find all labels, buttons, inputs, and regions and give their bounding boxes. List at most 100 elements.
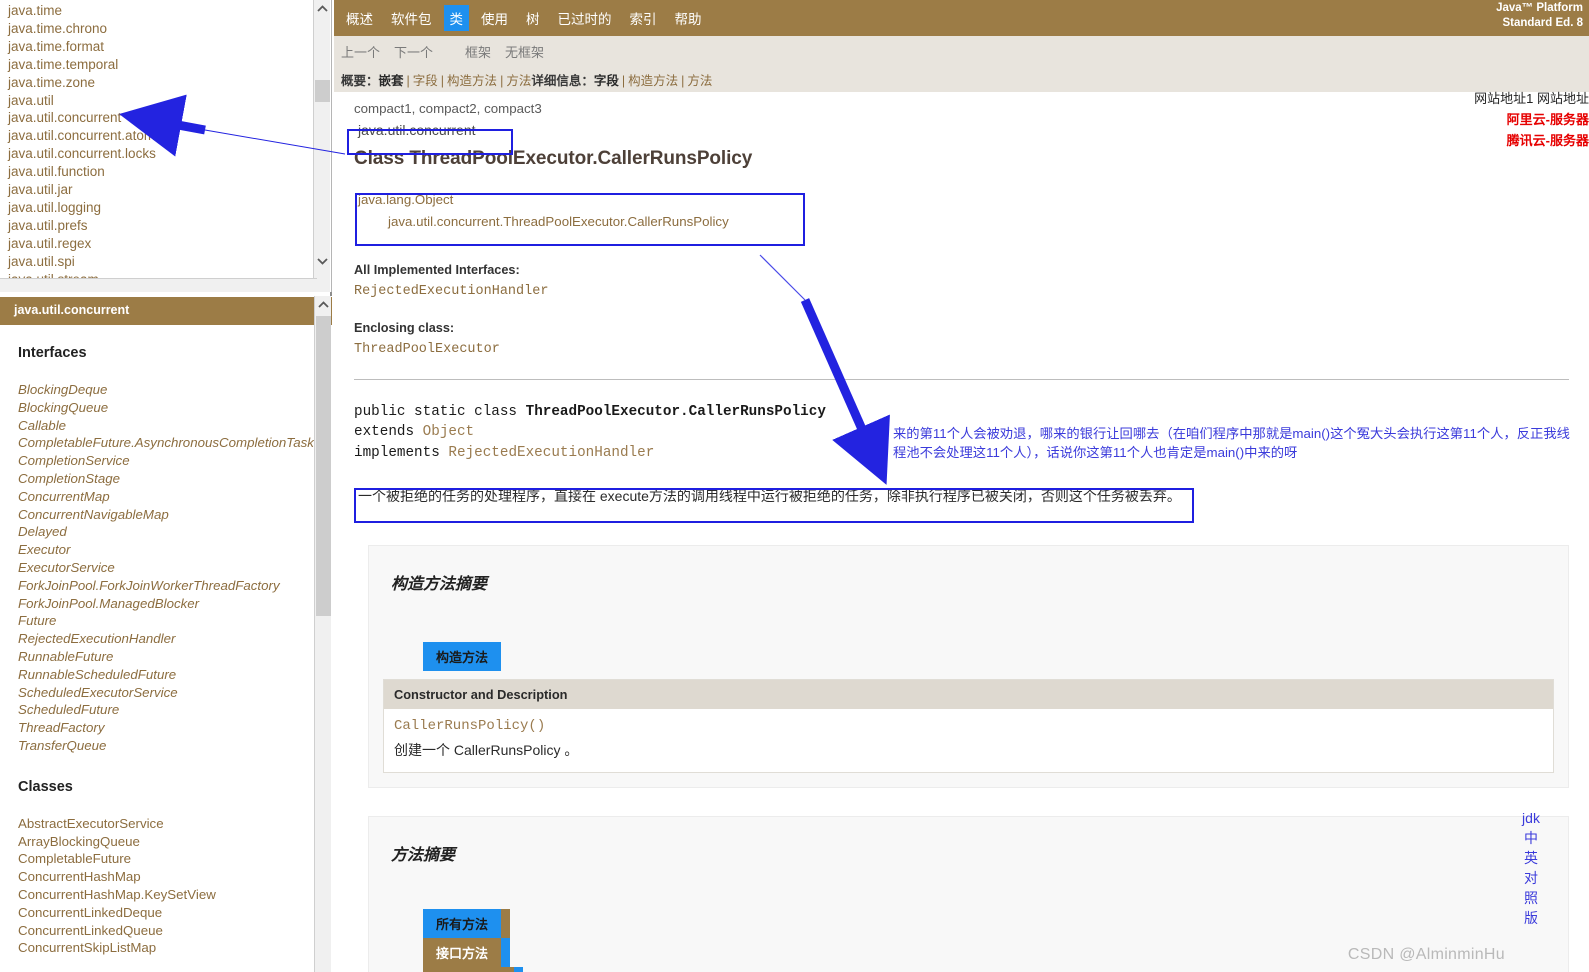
topnav-item-link[interactable]: 索引	[624, 5, 663, 31]
method-tab[interactable]: 具体的方法	[423, 966, 515, 972]
no-frames-link[interactable]: 无框架	[505, 42, 544, 61]
package-list-hscrollbar[interactable]	[0, 278, 317, 292]
interface-link[interactable]: CompletionService	[18, 452, 332, 470]
package-link[interactable]: java.util	[8, 92, 308, 110]
frames-link[interactable]: 框架	[465, 42, 491, 61]
class-link[interactable]: ConcurrentLinkedQueue	[18, 922, 332, 940]
class-link[interactable]: ConcurrentHashMap.KeySetView	[18, 886, 332, 904]
prev-link[interactable]: 上一个	[341, 42, 380, 61]
inheritance-root[interactable]: java.lang.Object	[358, 192, 800, 207]
interface-link[interactable]: ConcurrentNavigableMap	[18, 506, 332, 524]
class-list-frame[interactable]: java.util.concurrent Interfaces Blocking…	[0, 296, 332, 972]
scroll-down-icon[interactable]	[314, 253, 331, 270]
nav-sublink[interactable]: 构造方法	[447, 74, 497, 88]
nav-sublink[interactable]: 字段	[594, 74, 619, 88]
interface-link[interactable]: ThreadFactory	[18, 719, 332, 737]
interface-link[interactable]: BlockingDeque	[18, 381, 332, 399]
package-link[interactable]: java.util.spi	[8, 253, 308, 271]
summary-links[interactable]: 嵌套 | 字段 | 构造方法 | 方法	[379, 70, 532, 89]
package-link[interactable]: java.time.chrono	[8, 20, 308, 38]
topnav-item-link[interactable]: 软件包	[385, 5, 438, 31]
enclosing-class-value[interactable]: ThreadPoolExecutor	[354, 342, 1589, 357]
package-link[interactable]: java.util.concurrent	[8, 109, 308, 127]
interface-link[interactable]: ForkJoinPool.ForkJoinWorkerThreadFactory	[18, 577, 332, 595]
interface-link[interactable]: ExecutorService	[18, 559, 332, 577]
scroll-up-icon[interactable]	[314, 0, 331, 17]
interface-link[interactable]: RunnableFuture	[18, 648, 332, 666]
vertical-label-char[interactable]: jdk	[1521, 808, 1541, 828]
ad-row-3[interactable]: 腾讯云-服务器	[1474, 130, 1589, 151]
interface-list[interactable]: BlockingDeque BlockingQueue Callable Comple…	[18, 381, 332, 755]
nav-sublink[interactable]: 字段	[413, 74, 438, 88]
package-link[interactable]: java.util.logging	[8, 199, 308, 217]
scroll-thumb-2[interactable]	[316, 316, 331, 616]
vertical-label-char[interactable]: 照	[1521, 888, 1541, 908]
signature-implements-type[interactable]: RejectedExecutionHandler	[448, 445, 654, 461]
package-link[interactable]: java.util.jar	[8, 181, 308, 199]
interface-link[interactable]: CompletableFuture.AsynchronousCompletion…	[18, 434, 332, 452]
vertical-label-char[interactable]: 对	[1521, 868, 1541, 888]
nav-sublink[interactable]: 嵌套	[379, 74, 404, 88]
package-link[interactable]: java.util.concurrent.atomic	[8, 127, 308, 145]
interface-link[interactable]: ScheduledExecutorService	[18, 684, 332, 702]
topnav-item-active[interactable]: 类	[443, 5, 469, 31]
top-navigation-bar: 概述 软件包类使用树已过时的 索引 帮助 Java™ Platform Standar…	[334, 0, 1589, 36]
nav-sublink[interactable]: 构造方法	[628, 74, 678, 88]
class-link[interactable]: ConcurrentSkipListMap	[18, 939, 332, 957]
package-link[interactable]: java.time.format	[8, 38, 308, 56]
package-link[interactable]: java.util.function	[8, 163, 308, 181]
package-list-frame[interactable]: java.time java.time.chrono java.time.forma…	[0, 0, 332, 292]
detail-links[interactable]: 字段 | 构造方法 | 方法	[594, 70, 713, 89]
divider	[354, 379, 1569, 380]
package-link[interactable]: java.util.regex	[8, 235, 308, 253]
interface-link[interactable]: Callable	[18, 417, 332, 435]
interface-link[interactable]: Executor	[18, 541, 332, 559]
topnav-item-link[interactable]: 树	[520, 5, 546, 31]
vertical-jdk-label[interactable]: jdk 中英对照版	[1521, 808, 1541, 928]
interface-link[interactable]: ScheduledFuture	[18, 701, 332, 719]
package-list-scrollbar[interactable]	[313, 0, 330, 292]
interface-link[interactable]: RejectedExecutionHandler	[18, 630, 332, 648]
class-list-scrollbar[interactable]	[314, 296, 331, 972]
nav-sublink[interactable]: 方法	[506, 74, 531, 88]
method-tab[interactable]: 所有方法	[423, 908, 502, 938]
scroll-thumb[interactable]	[315, 80, 330, 102]
interface-link[interactable]: ForkJoinPool.ManagedBlocker	[18, 595, 332, 613]
class-link[interactable]: AbstractExecutorService	[18, 815, 332, 833]
package-list[interactable]: java.time java.time.chrono java.time.forma…	[8, 2, 308, 289]
nav-sublink[interactable]: 方法	[687, 74, 712, 88]
interface-link[interactable]: Future	[18, 612, 332, 630]
all-implemented-value[interactable]: RejectedExecutionHandler	[354, 284, 1589, 299]
package-link[interactable]: java.time	[8, 2, 308, 20]
ad-row-2[interactable]: 阿里云-服务器	[1474, 109, 1589, 130]
package-link[interactable]: java.util.prefs	[8, 217, 308, 235]
ad-row-1[interactable]: 网站地址1 网站地址	[1474, 88, 1589, 109]
interface-link[interactable]: TransferQueue	[18, 737, 332, 755]
topnav-item-link[interactable]: 使用	[475, 5, 514, 31]
method-tab[interactable]: 接口方法	[423, 937, 502, 967]
topnav-item-link[interactable]: 帮助	[669, 5, 708, 31]
class-link[interactable]: ArrayBlockingQueue	[18, 833, 332, 851]
interface-link[interactable]: CompletionStage	[18, 470, 332, 488]
interface-link[interactable]: RunnableScheduledFuture	[18, 666, 332, 684]
vertical-label-char[interactable]: 英	[1521, 848, 1541, 868]
class-link[interactable]: ConcurrentLinkedDeque	[18, 904, 332, 922]
package-link[interactable]: java.util.concurrent.locks	[8, 145, 308, 163]
interface-link[interactable]: ConcurrentMap	[18, 488, 332, 506]
class-link[interactable]: CompletableFuture	[18, 850, 332, 868]
class-link[interactable]: ConcurrentHashMap	[18, 868, 332, 886]
interface-link[interactable]: BlockingQueue	[18, 399, 332, 417]
signature-extends-type[interactable]: Object	[423, 424, 474, 440]
next-link[interactable]: 下一个	[394, 42, 433, 61]
tab-constructors[interactable]: 构造方法	[423, 641, 502, 671]
vertical-label-char[interactable]: 版	[1521, 908, 1541, 928]
topnav-item-link[interactable]: 已过时的	[552, 5, 618, 31]
vertical-label-char[interactable]: 中	[1521, 828, 1541, 848]
class-list[interactable]: AbstractExecutorService ArrayBlockingQueu…	[18, 815, 332, 957]
topnav-item-link[interactable]: 概述	[340, 5, 379, 31]
package-link[interactable]: java.time.temporal	[8, 56, 308, 74]
scroll-up-icon-2[interactable]	[315, 296, 332, 313]
constructor-signature[interactable]: CallerRunsPolicy()	[394, 718, 1543, 734]
package-link[interactable]: java.time.zone	[8, 74, 308, 92]
interface-link[interactable]: Delayed	[18, 523, 332, 541]
